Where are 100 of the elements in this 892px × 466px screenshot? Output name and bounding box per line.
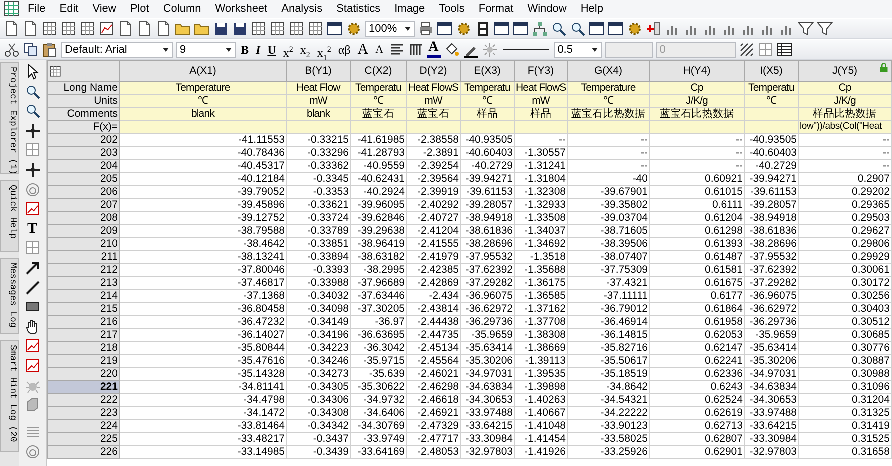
menu-item[interactable]: Tools bbox=[433, 3, 471, 15]
menu-item[interactable]: Window bbox=[522, 3, 573, 15]
caret-icon[interactable] bbox=[163, 48, 169, 52]
caret-icon[interactable] bbox=[405, 26, 411, 30]
side-tab[interactable]: Smart Hint Log (20 bbox=[0, 340, 19, 452]
line-icon[interactable] bbox=[24, 280, 40, 296]
row-number[interactable]: 225 bbox=[48, 432, 120, 446]
window-icon[interactable] bbox=[494, 20, 510, 36]
format-button[interactable]: U bbox=[266, 40, 278, 58]
row-number[interactable]: 221 bbox=[48, 380, 120, 394]
arrow-icon[interactable] bbox=[24, 260, 40, 276]
window-icon[interactable] bbox=[513, 20, 529, 36]
row-number[interactable]: 206 bbox=[48, 186, 120, 198]
row-number[interactable]: 210 bbox=[48, 238, 120, 250]
row-number[interactable]: 220 bbox=[48, 368, 120, 380]
row-number[interactable]: 204 bbox=[48, 160, 120, 172]
crosshair-icon[interactable] bbox=[24, 162, 40, 178]
add-column-icon[interactable] bbox=[646, 20, 662, 36]
clipboard-icon[interactable] bbox=[42, 42, 58, 58]
filter-icon[interactable] bbox=[817, 20, 833, 36]
row-number[interactable]: 205 bbox=[48, 172, 120, 186]
menu-item[interactable]: Plot bbox=[124, 3, 156, 15]
column-header[interactable]: G(X4) bbox=[568, 60, 650, 82]
column-header[interactable]: E(X3) bbox=[460, 60, 514, 82]
row-number[interactable]: 208 bbox=[48, 212, 120, 224]
worksheet-icon[interactable] bbox=[251, 20, 267, 36]
text-tool[interactable]: T bbox=[27, 220, 38, 237]
menu-item[interactable]: Image bbox=[388, 3, 432, 15]
zoom-dropdown[interactable]: 100% bbox=[365, 20, 415, 36]
column-header[interactable]: J(Y5) bbox=[798, 60, 892, 82]
document-icon[interactable] bbox=[156, 20, 172, 36]
worksheet-icon[interactable] bbox=[80, 20, 96, 36]
column-header[interactable]: D(Y2) bbox=[406, 60, 460, 82]
column-header[interactable]: B(Y1) bbox=[286, 60, 350, 82]
row-number[interactable]: 219 bbox=[48, 354, 120, 368]
menu-item[interactable]: View bbox=[86, 3, 122, 15]
format-button[interactable]: A bbox=[356, 40, 371, 58]
gear-icon[interactable] bbox=[456, 20, 472, 36]
row-number[interactable]: 215 bbox=[48, 302, 120, 316]
dial-icon[interactable] bbox=[24, 444, 40, 460]
table-icon[interactable] bbox=[776, 42, 793, 58]
graph-icon[interactable] bbox=[24, 358, 40, 374]
paint-bucket-icon[interactable] bbox=[444, 42, 460, 58]
menu-item[interactable]: Help bbox=[574, 3, 610, 15]
chart-icon[interactable] bbox=[99, 20, 115, 36]
menu-item[interactable]: Edit bbox=[54, 3, 85, 15]
row-number[interactable]: 203 bbox=[48, 146, 120, 160]
magnifier-icon[interactable] bbox=[570, 20, 586, 36]
document-icon[interactable] bbox=[137, 20, 153, 36]
caret-icon[interactable] bbox=[592, 48, 598, 52]
row-number[interactable]: 218 bbox=[48, 342, 120, 354]
magnifier-icon[interactable] bbox=[551, 20, 567, 36]
format-button[interactable]: x$_{2}$ bbox=[298, 40, 312, 58]
gear-icon[interactable] bbox=[346, 20, 362, 36]
columns-icon[interactable] bbox=[408, 42, 424, 58]
worksheet-icon[interactable] bbox=[61, 20, 77, 36]
align-icon[interactable] bbox=[388, 42, 405, 58]
column-header[interactable]: H(Y4) bbox=[650, 60, 744, 82]
menu-item[interactable]: Statistics bbox=[330, 3, 387, 15]
format-button[interactable]: x$^{2}$ bbox=[281, 40, 296, 58]
worksheet-icon[interactable] bbox=[49, 64, 62, 78]
worksheet-icon[interactable] bbox=[308, 20, 324, 36]
film-icon[interactable] bbox=[475, 20, 491, 36]
magnifier-icon[interactable] bbox=[24, 84, 40, 100]
caret-icon[interactable] bbox=[226, 48, 232, 52]
filter-icon[interactable] bbox=[798, 20, 814, 36]
column-header[interactable]: A(X1) bbox=[120, 60, 286, 82]
side-tab[interactable]: Messages Log bbox=[0, 258, 19, 334]
column-header[interactable]: I(X5) bbox=[744, 60, 798, 82]
font-size-dropdown[interactable]: 9 bbox=[176, 42, 236, 58]
row-number[interactable]: 212 bbox=[48, 264, 120, 276]
row-number[interactable]: 216 bbox=[48, 316, 120, 328]
graph-icon[interactable] bbox=[24, 338, 40, 354]
menu-item[interactable]: Format bbox=[472, 3, 520, 15]
save-icon[interactable] bbox=[232, 20, 248, 36]
line-width-dropdown[interactable]: 0.5 bbox=[554, 42, 602, 58]
row-number[interactable]: 224 bbox=[48, 420, 120, 432]
window-icon[interactable] bbox=[589, 20, 605, 36]
side-tab[interactable]: Project Explorer (1) bbox=[0, 62, 19, 174]
format-button[interactable]: αβ bbox=[336, 40, 353, 58]
worksheet-icon[interactable] bbox=[4, 1, 20, 17]
hatch-icon[interactable] bbox=[738, 42, 755, 58]
row-number[interactable]: 222 bbox=[48, 394, 120, 406]
row-number[interactable]: 207 bbox=[48, 198, 120, 212]
menu-item[interactable]: Worksheet bbox=[209, 3, 274, 15]
column-header[interactable]: F(Y3) bbox=[514, 60, 568, 82]
font-dropdown[interactable]: Default: Arial bbox=[61, 42, 173, 58]
worksheet-icon[interactable] bbox=[270, 20, 286, 36]
graph-icon[interactable] bbox=[24, 201, 40, 218]
format-button[interactable]: I bbox=[254, 40, 263, 58]
scissors-icon[interactable] bbox=[4, 42, 20, 58]
printer-icon[interactable] bbox=[418, 20, 434, 36]
document-icon[interactable] bbox=[4, 20, 20, 36]
copy-icon[interactable] bbox=[23, 42, 39, 58]
hierarchy-icon[interactable] bbox=[532, 20, 548, 36]
format-button[interactable]: B bbox=[239, 40, 252, 58]
row-number[interactable]: 214 bbox=[48, 290, 120, 302]
gear-icon[interactable] bbox=[627, 20, 643, 36]
save-icon[interactable] bbox=[213, 20, 229, 36]
menu-item[interactable]: Column bbox=[157, 3, 208, 15]
